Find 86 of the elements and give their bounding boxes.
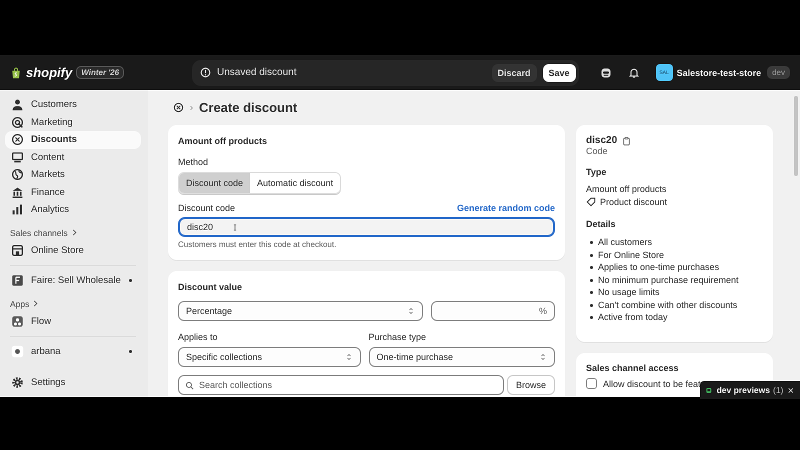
section-heading[interactable]: Sales channels [10,228,68,238]
scrollbar-thumb[interactable] [794,96,798,176]
discount-code: disc20 [586,135,618,146]
search-field[interactable]: Search collections [178,375,504,395]
close-icon[interactable] [788,386,794,394]
detail-item: For Online Store [590,248,763,261]
purchase-type-select[interactable]: One-time purchase [368,347,555,367]
discount-code-field[interactable]: disc20 [178,217,555,237]
checkbox-label: Allow discount to be feat [603,378,701,388]
app-icon [11,274,24,288]
section-heading: Type [586,167,608,177]
globe-icon [11,168,24,182]
monitor-icon [11,150,24,164]
target-icon [11,116,24,129]
sidebar-item[interactable]: Marketing [5,114,141,131]
bell-icon[interactable] [628,66,640,78]
settings-item[interactable]: Settings [5,374,141,391]
field-label: Discount code [178,203,236,213]
sidebar-item[interactable]: Discounts [5,131,141,148]
discount-type: Amount off products [586,184,668,194]
shopping-bag-icon [10,66,22,80]
discount-class: Product discount [600,197,668,207]
chevron-right-icon[interactable] [32,300,40,307]
unsaved-message: Unsaved discount [216,67,298,78]
field-label: Method [178,157,210,167]
applies-to-select[interactable]: Specific collections [178,347,360,367]
bank-icon [11,186,24,199]
discount-icon[interactable] [173,102,184,113]
select-arrows-icon [407,307,416,315]
detail-item: Can't combine with other discounts [590,298,763,311]
page-title: Create discount [199,100,298,115]
flow-icon [11,314,24,328]
detail-item: No usage limits [590,286,763,298]
checkbox[interactable] [586,378,597,389]
sidebar-item[interactable]: arbana [5,343,141,360]
select-arrows-icon [344,353,352,361]
detail-item: No minimum purchase requirement [590,274,763,286]
sidebar-item[interactable]: Faire: Sell Wholesale [5,272,141,290]
sidekick-icon[interactable] [600,66,612,78]
tag-icon [586,197,596,207]
text-cursor-icon [232,222,238,232]
dev-badge: dev [767,66,790,79]
section-heading: Details [586,219,617,229]
sidebar-item[interactable]: Markets [5,166,141,184]
card-title: Discount value [178,282,244,292]
bar-chart-icon [11,203,24,216]
person-icon [11,98,24,112]
chevron-right-icon [189,104,194,110]
card-title: Amount off products [178,136,268,146]
app-window-icon[interactable] [706,386,712,394]
settings-icon [11,376,24,389]
percent-suffix: % [538,306,547,316]
code-caption: Code [586,146,609,156]
sidebar-item[interactable]: Finance [5,184,141,201]
amount-field[interactable]: % [431,301,555,321]
sidebar-item[interactable]: Analytics [5,201,141,218]
discount-icon [11,133,24,146]
method-option[interactable]: Discount code [179,173,250,193]
app-icon [11,345,24,358]
card-title: Sales channel access [586,363,680,373]
field-label: Applies to [178,332,219,342]
field-label: Purchase type [368,332,428,342]
edition-badge: Winter '26 [76,66,124,79]
dev-previews-label[interactable]: dev previews [716,385,770,395]
generate-code-link[interactable]: Generate random code [456,203,555,213]
sidebar-item[interactable]: Content [5,148,141,166]
detail-item: Active from today [590,311,763,324]
shopify-logo[interactable]: shopify [26,65,72,80]
preview-count: (1) [773,385,784,395]
clipboard-icon[interactable] [622,136,632,146]
value-type-select[interactable]: Percentage [178,301,424,321]
detail-item: All customers [590,236,763,248]
section-heading[interactable]: Apps [10,298,30,308]
select-arrows-icon [539,353,547,361]
save-button[interactable]: Save [542,64,576,82]
sidebar-item[interactable]: Customers [5,96,141,114]
store-icon [11,244,24,257]
alert-icon [200,67,211,78]
store-name[interactable]: Salestore-test-store [676,68,762,78]
browse-button[interactable]: Browse [506,375,555,395]
chevron-right-icon[interactable] [70,229,78,236]
sidebar-item[interactable]: Online Store [5,242,141,259]
help-text: Customers must enter this code at checkout. [178,240,338,249]
discard-button[interactable]: Discard [492,64,537,82]
detail-item: Applies to one-time purchases [590,261,763,274]
sidebar-item[interactable]: Flow [5,312,141,330]
